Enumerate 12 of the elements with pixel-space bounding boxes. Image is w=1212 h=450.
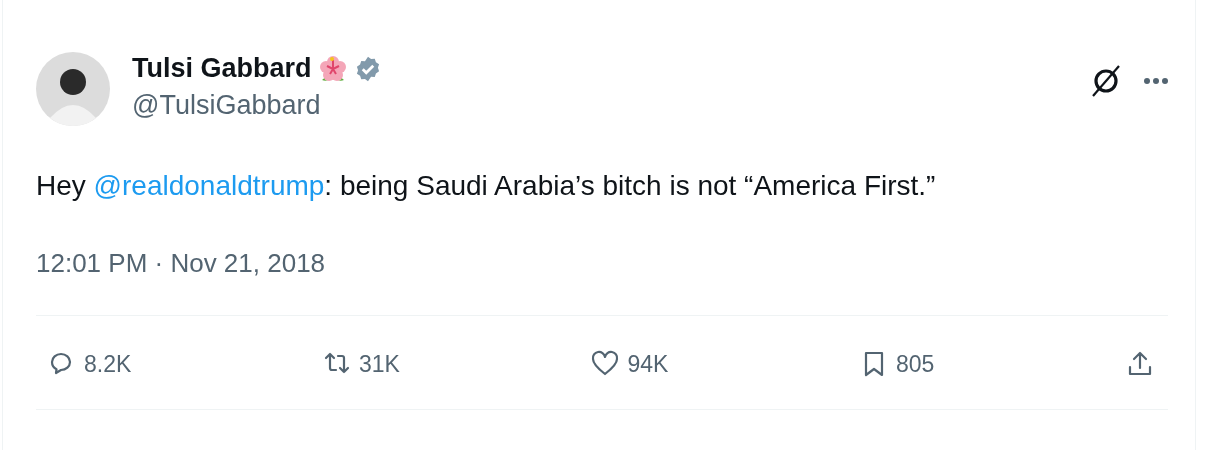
action-count: 8.2K [84, 350, 132, 378]
action-count: 94K [627, 350, 669, 378]
action-count: 31K [358, 350, 400, 378]
flower-icon [317, 53, 348, 84]
heart-icon[interactable] [591, 350, 620, 378]
avatar[interactable] [36, 52, 110, 126]
timestamp-link[interactable]: 12:01 PM · Nov 21, 2018 [36, 248, 1195, 279]
more-icon[interactable] [1143, 77, 1169, 85]
author-name[interactable]: Tulsi Gabbard [132, 53, 312, 84]
tweet-text: Hey @realdonaldtrump: being Saudi Arabia’s bitch is not “America First.” [36, 169, 937, 203]
action-count: 805 [896, 350, 935, 378]
author-handle[interactable]: @TulsiGabbard [132, 90, 382, 121]
